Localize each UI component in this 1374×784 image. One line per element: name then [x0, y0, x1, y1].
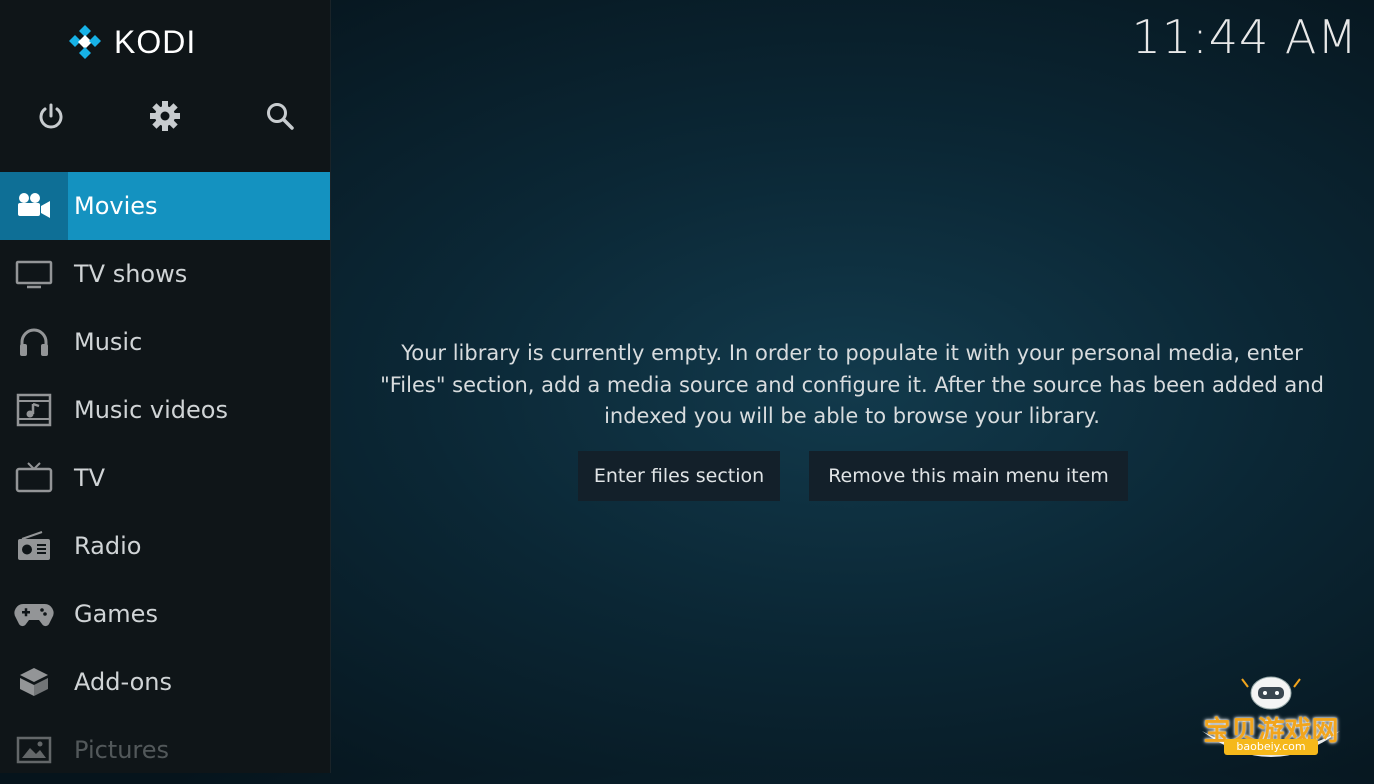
music-video-icon [16, 393, 52, 427]
menu-item-music[interactable]: Music [0, 308, 330, 376]
app-title: KODI [114, 23, 197, 60]
menu-item-movies[interactable]: Movies [0, 172, 330, 240]
menu-item-tv[interactable]: TV [0, 444, 330, 512]
menu-item-music-videos[interactable]: Music videos [0, 376, 330, 444]
gear-icon [150, 101, 180, 131]
menu-item-label: Movies [74, 192, 158, 220]
enter-files-section-button[interactable]: Enter files section [578, 451, 780, 501]
menu-item-label: Pictures [74, 736, 170, 764]
radio-icon [18, 531, 50, 560]
remove-menu-item-button[interactable]: Remove this main menu item [809, 451, 1128, 501]
gamepad-icon [14, 603, 54, 627]
clock: 11:44 AM [1131, 10, 1358, 64]
menu-item-label: Add-ons [74, 668, 172, 696]
picture-icon [16, 736, 52, 764]
top-icon-bar [0, 88, 330, 144]
watermark: 宝贝游戏网 baobeiy.com [1196, 673, 1346, 761]
headphones-icon [20, 328, 48, 356]
main-menu: Movies TV shows Music Music videos TV Ra… [0, 172, 330, 784]
kodi-logo-icon [69, 25, 101, 59]
watermark-url: baobeiy.com [1224, 739, 1318, 755]
movie-camera-icon [18, 193, 50, 218]
power-button[interactable] [21, 88, 81, 144]
kodi-logo: KODI [66, 22, 196, 62]
menu-item-games[interactable]: Games [0, 580, 330, 648]
action-buttons: Enter files section Remove this main men… [578, 451, 1128, 501]
search-icon [267, 103, 294, 130]
box-icon [20, 668, 48, 696]
settings-button[interactable] [135, 88, 195, 144]
message-line: "Files" section, add a media source and … [380, 372, 1324, 397]
tv-icon [15, 462, 53, 493]
menu-item-pictures[interactable]: Pictures [0, 716, 330, 784]
menu-item-tv-shows[interactable]: TV shows [0, 240, 330, 308]
menu-item-label: TV [74, 464, 106, 492]
menu-item-radio[interactable]: Radio [0, 512, 330, 580]
power-icon [39, 103, 63, 129]
menu-item-add-ons[interactable]: Add-ons [0, 648, 330, 716]
message-line: Your library is currently empty. In orde… [401, 341, 1303, 365]
sidebar: KODI Movies TV shows Music Music videos … [0, 0, 331, 773]
monitor-icon [15, 260, 53, 289]
message-line: indexed you will be able to browse your … [604, 404, 1100, 428]
menu-item-label: Music videos [74, 396, 228, 424]
menu-item-label: Music [74, 328, 143, 356]
menu-item-label: Games [74, 600, 158, 628]
menu-item-label: Radio [74, 532, 142, 560]
search-button[interactable] [250, 88, 310, 144]
menu-item-label: TV shows [74, 260, 188, 288]
empty-library-message: Your library is currently empty. In orde… [352, 338, 1352, 433]
